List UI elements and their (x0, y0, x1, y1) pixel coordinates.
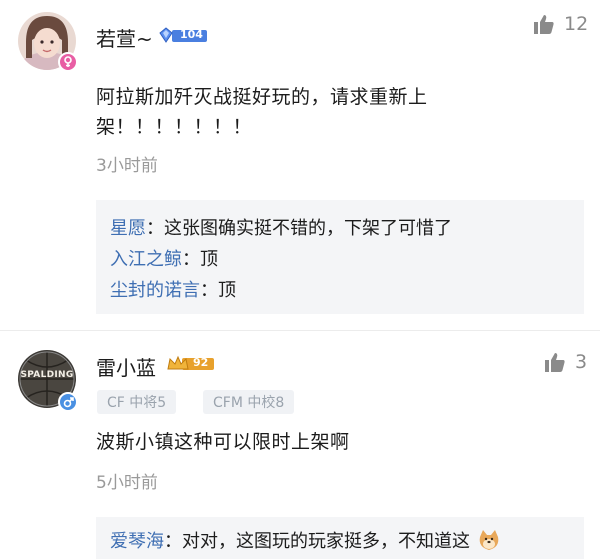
reply-author[interactable]: 星愿 (110, 218, 146, 239)
reply-author[interactable]: 爱琴海 (110, 531, 164, 552)
like-count: 12 (564, 13, 589, 35)
reply-sep: ： (164, 531, 182, 552)
reply-author[interactable]: 入江之鲸 (110, 249, 182, 270)
reply-item[interactable]: 星愿：这张图确实挺不错的，下架了可惜了 (110, 214, 452, 240)
doge-emoji-icon (479, 530, 499, 550)
timestamp: 3小时前 (96, 156, 158, 176)
level-badge-number: 92 (193, 356, 209, 369)
reply-box[interactable]: 爱琴海：对对，这图玩的玩家挺多，不知道这 (96, 517, 584, 559)
reply-sep: ： (182, 249, 200, 270)
reply-text: 顶 (218, 280, 236, 301)
reply-text: 这张图确实挺不错的，下架了可惜了 (164, 218, 452, 239)
username[interactable]: 若萱~ (96, 23, 153, 52)
thumbs-up-icon (545, 352, 565, 372)
username[interactable]: 雷小蓝 (96, 352, 156, 381)
male-gender-icon (58, 392, 78, 412)
reply-box[interactable]: 星愿：这张图确实挺不错的，下架了可惜了 入江之鲸：顶 尘封的诺言：顶 (96, 200, 584, 314)
reply-sep: ： (200, 280, 218, 301)
like-button[interactable]: 3 (545, 351, 587, 373)
reply-text: 对对，这图玩的玩家挺多，不知道这 (182, 531, 470, 552)
female-gender-icon (58, 52, 78, 72)
comment-item: 若萱~ 104 12 阿拉斯加歼灭战挺好玩的，请求重新上 架！！！！！！！ 3小… (0, 0, 600, 330)
avatar-brand-text: SPALDING (20, 370, 74, 380)
reply-text: 顶 (200, 249, 218, 270)
level-badge: 104 (158, 26, 208, 46)
comment-text: 阿拉斯加歼灭战挺好玩的，请求重新上 架！！！！！！！ (96, 82, 576, 142)
reply-author[interactable]: 尘封的诺言 (110, 280, 200, 301)
thumbs-up-icon (534, 14, 554, 34)
timestamp: 5小时前 (96, 473, 158, 493)
reply-item[interactable]: 尘封的诺言：顶 (110, 276, 236, 302)
game-rank-tag: CF 中将5 (97, 390, 177, 414)
like-button[interactable]: 12 (534, 13, 588, 35)
comment-text-line: 阿拉斯加歼灭战挺好玩的，请求重新上 (96, 86, 428, 108)
comment-text: 波斯小镇这种可以限时上架啊 (96, 431, 350, 453)
game-rank-tag: CFM 中校8 (203, 390, 295, 414)
like-count: 3 (575, 351, 588, 373)
comment-item: SPALDING 雷小蓝 92 3 CF 中将5 CFM 中校8 波斯小镇这种可… (0, 331, 600, 559)
level-badge-number: 104 (180, 28, 203, 41)
reply-sep: ： (146, 218, 164, 239)
reply-item[interactable]: 入江之鲸：顶 (110, 245, 218, 271)
reply-item[interactable]: 爱琴海：对对，这图玩的玩家挺多，不知道这 (110, 527, 500, 553)
comment-text-line: 架！！！！！！！ (96, 116, 253, 138)
level-badge: 92 (166, 354, 216, 374)
